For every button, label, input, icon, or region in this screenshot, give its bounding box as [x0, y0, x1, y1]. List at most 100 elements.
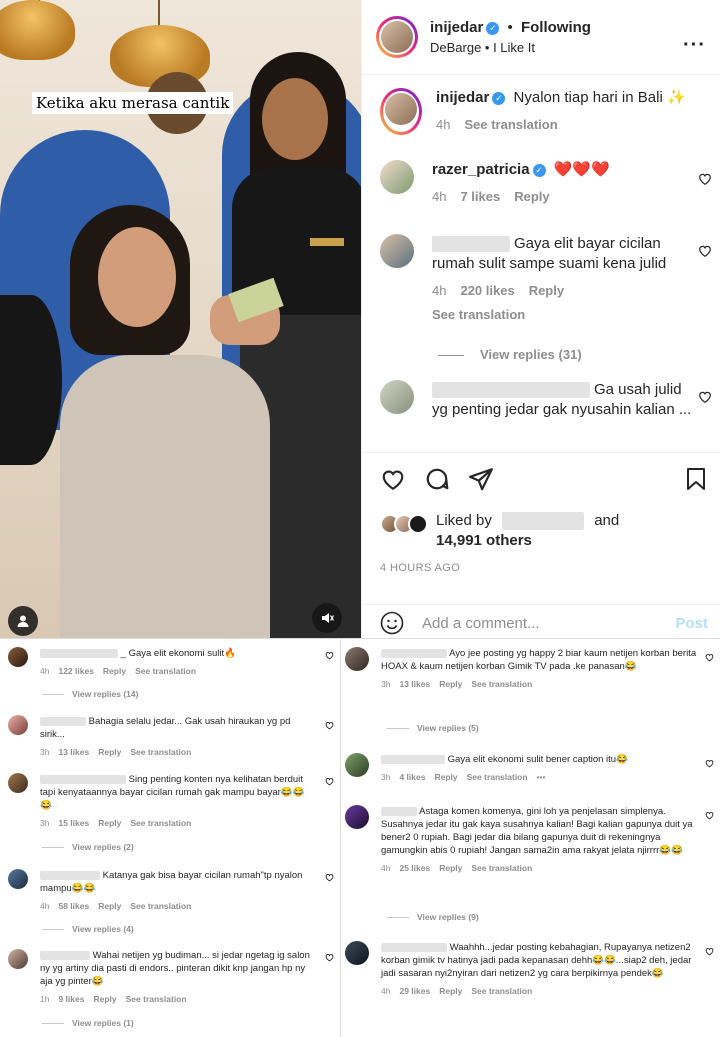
- story-avatar[interactable]: [376, 16, 418, 58]
- see-translation-link[interactable]: See translation: [464, 117, 557, 132]
- following-button[interactable]: Following: [521, 19, 591, 36]
- comment-likes[interactable]: 25 likes: [399, 863, 430, 873]
- heart-icon[interactable]: [705, 759, 714, 768]
- reply-button[interactable]: Reply: [529, 283, 564, 298]
- see-translation-link[interactable]: See translation: [130, 901, 191, 911]
- heart-icon[interactable]: [325, 651, 334, 660]
- reply-button[interactable]: Reply: [98, 901, 121, 911]
- view-replies-button[interactable]: View replies (5): [387, 723, 479, 733]
- avatar[interactable]: [8, 949, 28, 969]
- caption-username[interactable]: inijedar: [436, 89, 489, 106]
- avatar[interactable]: [8, 647, 28, 667]
- view-replies-button[interactable]: View replies (4): [42, 924, 134, 934]
- avatar[interactable]: [345, 941, 369, 965]
- blurred-username: [40, 870, 100, 880]
- comment-likes[interactable]: 220 likes: [460, 283, 514, 298]
- view-replies-button[interactable]: View replies (14): [42, 689, 138, 699]
- comment-time: 4h: [381, 863, 391, 873]
- avatar[interactable]: [8, 773, 28, 793]
- view-replies-button[interactable]: View replies (1): [42, 1018, 134, 1028]
- heart-icon[interactable]: [325, 777, 334, 786]
- comments-column-left: _ Gaya elit ekonomi sulit🔥 4h 122 likes Re…: [0, 639, 340, 1037]
- comment-time: 4h: [40, 901, 50, 911]
- comment-item: razer_patricia ✓ ❤️❤️❤️ 4h 7 likes Reply: [380, 160, 708, 207]
- reply-button[interactable]: Reply: [514, 189, 549, 204]
- avatar[interactable]: [380, 160, 414, 194]
- heart-icon[interactable]: [705, 947, 714, 956]
- reply-button[interactable]: Reply: [434, 772, 457, 782]
- heart-icon[interactable]: [380, 466, 406, 492]
- comment-item: Wahai netijen yg budiman... si jedar nge…: [8, 949, 323, 1006]
- comment-item: Gaya elit ekonomi sulit bener caption it…: [345, 753, 705, 784]
- see-translation-link[interactable]: See translation: [432, 307, 525, 322]
- avatar[interactable]: [380, 380, 414, 414]
- reply-button[interactable]: Reply: [98, 747, 121, 757]
- heart-icon[interactable]: [705, 811, 714, 820]
- comment-likes[interactable]: 9 likes: [58, 994, 84, 1004]
- comment-likes[interactable]: 4 likes: [399, 772, 425, 782]
- comment-input[interactable]: Add a comment...: [422, 615, 540, 632]
- send-icon[interactable]: [468, 466, 494, 492]
- comment-item: Ayo jee posting yg happy 2 biar kaum net…: [345, 647, 705, 691]
- header-username[interactable]: inijedar: [430, 19, 483, 36]
- bookmark-icon[interactable]: [684, 466, 708, 492]
- view-replies-button[interactable]: View replies (31): [480, 347, 582, 362]
- heart-icon[interactable]: [705, 653, 714, 662]
- comment-likes[interactable]: 15 likes: [58, 818, 89, 828]
- heart-icon[interactable]: [325, 873, 334, 882]
- likes-count[interactable]: 14,991 others: [436, 532, 619, 549]
- avatar[interactable]: [345, 805, 369, 829]
- heart-icon[interactable]: [698, 390, 712, 404]
- liker-avatars[interactable]: [380, 514, 428, 534]
- reply-button[interactable]: Reply: [98, 818, 121, 828]
- post-video[interactable]: Ketika aku merasa cantik: [0, 0, 361, 638]
- heart-icon[interactable]: [698, 244, 712, 258]
- comment-icon[interactable]: [424, 466, 450, 492]
- avatar[interactable]: [8, 715, 28, 735]
- comment-time: 3h: [40, 818, 50, 828]
- post-actions: [380, 466, 708, 496]
- comment-likes[interactable]: 58 likes: [58, 901, 89, 911]
- avatar[interactable]: [380, 234, 414, 268]
- reply-button[interactable]: Reply: [439, 863, 462, 873]
- verified-icon: ✓: [532, 163, 546, 177]
- see-translation-link[interactable]: See translation: [135, 666, 196, 676]
- caption: inijedar ✓ Nyalon tiap hari in Bali ✨ 4h S…: [380, 88, 708, 135]
- avatar[interactable]: [385, 93, 417, 125]
- more-icon[interactable]: •••: [537, 772, 546, 782]
- see-translation-link[interactable]: See translation: [130, 747, 191, 757]
- comment-likes[interactable]: 13 likes: [399, 679, 430, 689]
- reply-button[interactable]: Reply: [439, 679, 462, 689]
- avatar[interactable]: [8, 869, 28, 889]
- comment-likes[interactable]: 13 likes: [58, 747, 89, 757]
- more-icon[interactable]: ···: [683, 34, 706, 57]
- user-icon[interactable]: [8, 606, 38, 636]
- see-translation-link[interactable]: See translation: [126, 994, 187, 1004]
- post-button[interactable]: Post: [675, 615, 708, 632]
- comment-likes[interactable]: 122 likes: [58, 666, 93, 676]
- view-replies-button[interactable]: View replies (2): [42, 842, 134, 852]
- see-translation-link[interactable]: See translation: [471, 986, 532, 996]
- avatar[interactable]: [345, 753, 369, 777]
- see-translation-link[interactable]: See translation: [471, 863, 532, 873]
- reply-button[interactable]: Reply: [103, 666, 126, 676]
- audio-track[interactable]: DeBarge • I Like It: [430, 40, 591, 55]
- hand-mirror: [0, 295, 62, 465]
- heart-icon[interactable]: [325, 721, 334, 730]
- see-translation-link[interactable]: See translation: [471, 679, 532, 689]
- emoji-icon[interactable]: [380, 611, 404, 635]
- comment-likes[interactable]: 29 likes: [399, 986, 430, 996]
- reply-button[interactable]: Reply: [93, 994, 116, 1004]
- heart-icon[interactable]: [325, 953, 334, 962]
- view-replies-button[interactable]: View replies (9): [387, 912, 479, 922]
- speaker-icon[interactable]: [312, 603, 342, 633]
- caption-text: Nyalon tiap hari in Bali ✨: [513, 89, 686, 106]
- comment-item: Gaya elit bayar cicilan rumah sulit samp…: [380, 234, 708, 365]
- avatar[interactable]: [345, 647, 369, 671]
- see-translation-link[interactable]: See translation: [130, 818, 191, 828]
- see-translation-link[interactable]: See translation: [467, 772, 528, 782]
- comment-likes[interactable]: 7 likes: [460, 189, 500, 204]
- comment-username[interactable]: razer_patricia: [432, 161, 530, 178]
- reply-button[interactable]: Reply: [439, 986, 462, 996]
- heart-icon[interactable]: [698, 172, 712, 186]
